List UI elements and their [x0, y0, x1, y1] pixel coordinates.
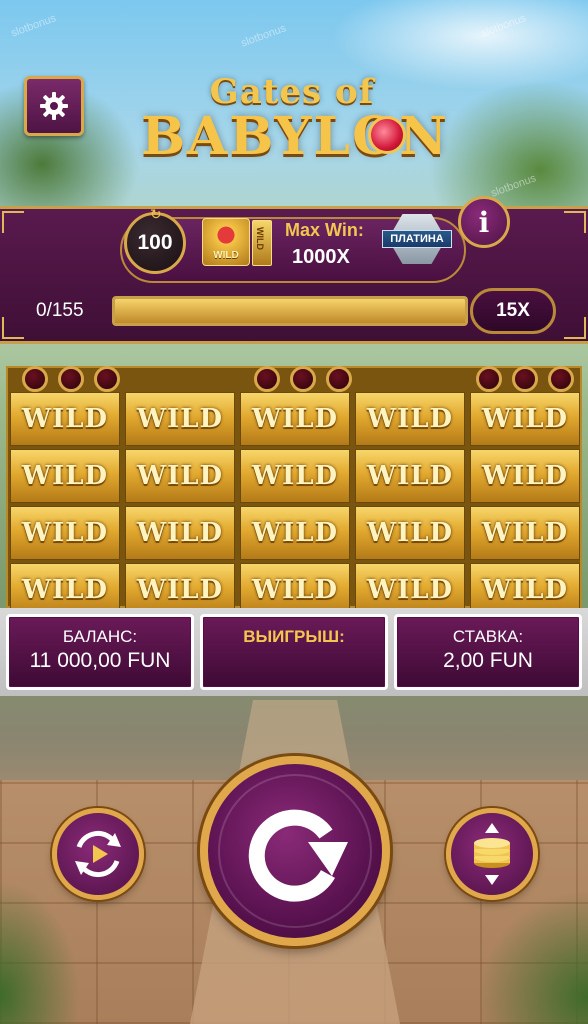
progress-label: 0/155	[36, 300, 84, 321]
reel-cell: WILD	[125, 506, 235, 560]
balance-box: БАЛАНС: 11 000,00 FUN	[6, 614, 194, 690]
bet-adjust-button[interactable]	[446, 808, 538, 900]
wild-symbol: WILD	[21, 518, 109, 548]
panel-corner	[2, 211, 24, 233]
wild-symbol: WILD	[136, 518, 224, 548]
badge-label: ПЛАТИНА	[382, 230, 452, 248]
reel-cell: WILD	[10, 506, 120, 560]
reel-indicator-dot	[94, 366, 120, 392]
wild-symbol: WILD	[21, 461, 109, 491]
game-logo: Gates of BABYLON	[120, 72, 470, 168]
reel-indicator-dot	[290, 366, 316, 392]
reel-cell: WILD	[355, 392, 465, 446]
panel-corner	[564, 211, 586, 233]
wild-symbol: WILD	[251, 461, 339, 491]
reel-cell: WILD	[240, 392, 350, 446]
reel-cell: WILD	[10, 449, 120, 503]
wild-symbol: WILD	[251, 404, 339, 434]
spin-button[interactable]	[200, 756, 390, 946]
reel-cell: WILD	[355, 449, 465, 503]
wild-symbol: WILD	[481, 461, 569, 491]
reel-indicator-dot	[548, 366, 574, 392]
reel-cell: WILD	[470, 392, 580, 446]
panel-corner	[564, 317, 586, 339]
reel-indicator-dot	[326, 366, 352, 392]
reel-cell: WILD	[470, 506, 580, 560]
spins-counter-value: 100	[137, 231, 173, 254]
wild-strip-icon: WILD	[252, 220, 272, 266]
max-win-value: 1000X	[292, 246, 350, 268]
watermark: slotbonus	[239, 22, 288, 50]
bet-label: СТАВКА:	[452, 627, 524, 646]
reel-indicator-dot	[58, 366, 84, 392]
wild-symbol-label: WILD	[213, 250, 239, 261]
autoplay-button[interactable]	[52, 808, 144, 900]
info-icon: i	[478, 205, 490, 239]
reel-cell: WILD	[125, 392, 235, 446]
wild-symbol: WILD	[481, 575, 569, 605]
wild-symbol: WILD	[481, 518, 569, 548]
reel-cell: WILD	[125, 449, 235, 503]
wild-symbol: WILD	[251, 575, 339, 605]
balance-value: 11 000,00 FUN	[29, 649, 171, 672]
rank-badge: ПЛАТИНА	[382, 206, 452, 268]
background-leaf-left	[0, 880, 80, 1024]
autoplay-icon	[75, 830, 121, 878]
bet-box: СТАВКА: 2,00 FUN	[394, 614, 582, 690]
progress-bar	[112, 296, 468, 326]
reel-indicator-dot	[512, 366, 538, 392]
logo-gem-icon	[368, 116, 406, 154]
wild-symbol: WILD	[366, 518, 454, 548]
watermark: slotbonus	[9, 12, 58, 40]
reel-indicator-dot	[476, 366, 502, 392]
gear-icon	[40, 92, 68, 120]
info-button[interactable]: i	[458, 196, 510, 248]
reel-cell: WILD	[240, 449, 350, 503]
reel-cell: WILD	[470, 449, 580, 503]
reel-cell: WILD	[240, 506, 350, 560]
reel-indicator-dot	[254, 366, 280, 392]
wild-symbol: WILD	[136, 404, 224, 434]
wild-symbol: WILD	[366, 461, 454, 491]
win-box: ВЫИГРЫШ:	[200, 614, 388, 690]
wild-symbol: WILD	[21, 575, 109, 605]
wild-symbol: WILD	[136, 575, 224, 605]
panel-corner	[2, 317, 24, 339]
wild-symbol: WILD	[251, 518, 339, 548]
counter-arrow-icon: ↻	[150, 206, 162, 222]
wild-symbol: WILD	[481, 404, 569, 434]
wild-symbol: WILD	[136, 461, 224, 491]
background-leaf-right	[478, 890, 588, 1024]
logo-line-2: BABYLON	[141, 106, 449, 167]
wild-symbol: WILD	[366, 404, 454, 434]
progress-fill	[115, 299, 465, 323]
reel-cell: WILD	[10, 392, 120, 446]
win-label: ВЫИГРЫШ:	[243, 627, 345, 646]
wild-symbol: WILD	[366, 575, 454, 605]
reel-cell: WILD	[355, 506, 465, 560]
multiplier-badge: 15X	[470, 288, 556, 334]
settings-button[interactable]	[24, 76, 84, 136]
wild-symbol-icon: WILD	[202, 218, 250, 266]
reel-indicator-dot	[22, 366, 48, 392]
max-win-label: Max Win:	[285, 220, 364, 240]
spin-arrow-icon	[248, 809, 348, 902]
multiplier-value: 15X	[496, 300, 530, 321]
coin-stack-icon	[474, 823, 510, 885]
wild-strip-label: WILD	[255, 227, 265, 250]
balance-label: БАЛАНС:	[62, 627, 138, 646]
bet-value: 2,00 FUN	[443, 649, 533, 672]
wild-symbol: WILD	[21, 404, 109, 434]
